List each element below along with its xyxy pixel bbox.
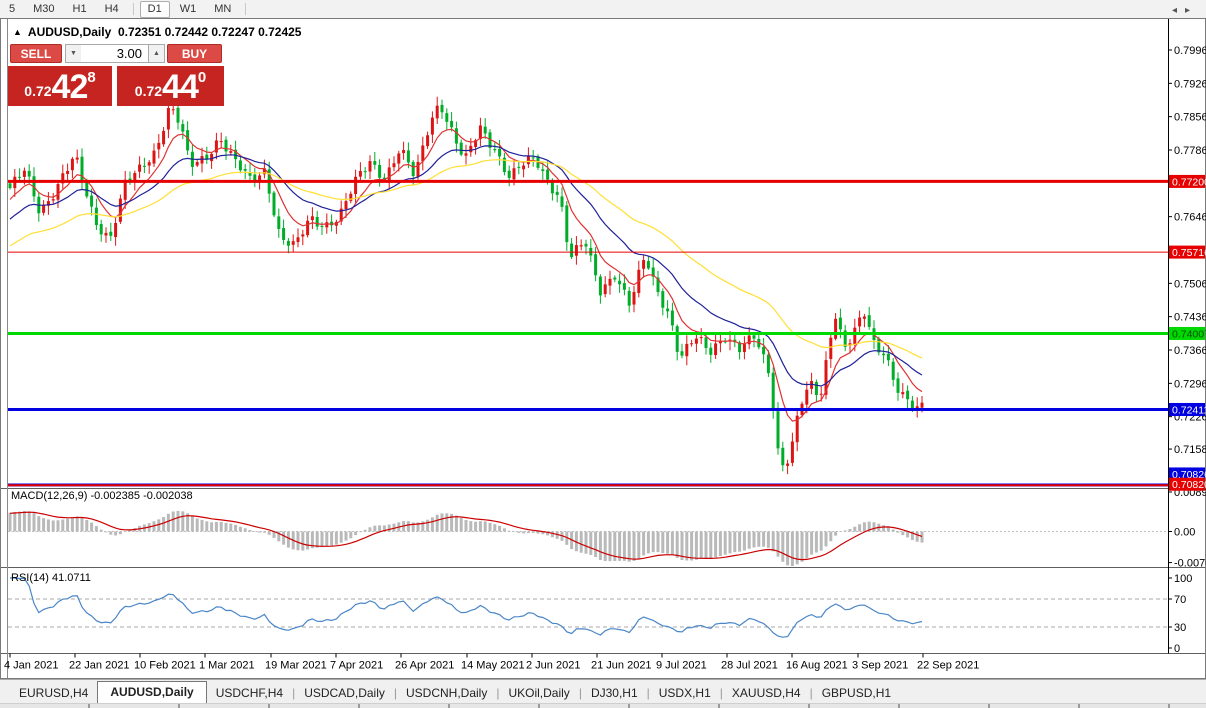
- chart-background: [0, 18, 1206, 679]
- chart-canvas[interactable]: 0.79960 0.79260 0.78560 0.77860 0.76460 0.750…: [0, 18, 1206, 679]
- level-price-box-label: 0.74007: [1172, 328, 1206, 340]
- price-axis-label: 0.75060: [1174, 278, 1206, 290]
- tab-audusd-daily[interactable]: AUDUSD,Daily: [97, 681, 206, 705]
- one-click-trade-panel: SELL ▼ 3.00 ▲ BUY 0.72428 0.72440: [8, 44, 224, 106]
- buy-button[interactable]: BUY: [167, 44, 222, 63]
- timeframe-button-5[interactable]: 5: [1, 1, 23, 18]
- macd-indicator-label: MACD(12,26,9) -0.002385 -0.002038: [11, 490, 193, 502]
- chart-tab-bar: EURUSD,H4AUDUSD,DailyUSDCHF,H4|USDCAD,Da…: [0, 679, 1206, 704]
- tab-usdcnh-daily[interactable]: USDCNH,Daily: [397, 683, 496, 704]
- rsi-axis-label: 70: [1174, 594, 1186, 606]
- chevron-down-icon: ▼: [70, 50, 77, 57]
- tab-xauusd-h4[interactable]: XAUUSD,H4: [723, 683, 810, 704]
- date-axis-label: 9 Jul 2021: [656, 660, 707, 672]
- buy-price-sup: 0: [198, 69, 206, 86]
- tab-usdchf-h4[interactable]: USDCHF,H4: [207, 683, 292, 704]
- macd-axis-label: 0.00: [1174, 527, 1195, 539]
- window-bottom-edge: [0, 703, 1206, 708]
- price-axis-label: 0.72960: [1174, 378, 1206, 390]
- date-axis-label: 22 Jan 2021: [69, 660, 130, 672]
- date-axis-label: 19 Mar 2021: [265, 660, 327, 672]
- price-axis-label: 0.79260: [1174, 78, 1206, 90]
- date-axis-label: 4 Jan 2021: [4, 660, 58, 672]
- level-price-box-label: 0.70820: [1172, 479, 1206, 491]
- macd-axis-label: -0.00701: [1174, 558, 1206, 570]
- volume-increase-button[interactable]: ▲: [148, 44, 165, 63]
- rsi-axis-label: 30: [1174, 622, 1186, 634]
- date-axis-label: 10 Feb 2021: [134, 660, 196, 672]
- tab-dj30-h1[interactable]: DJ30,H1: [582, 683, 647, 704]
- date-axis-label: 26 Apr 2021: [395, 660, 454, 672]
- tab-scroll-right-icon[interactable]: ▸: [1185, 5, 1198, 16]
- tab-usdcad-daily[interactable]: USDCAD,Daily: [295, 683, 394, 704]
- date-axis-label: 22 Sep 2021: [917, 660, 979, 672]
- price-axis-label: 0.73660: [1174, 345, 1206, 357]
- chart-symbol-label: AUDUSD,Daily: [28, 25, 111, 39]
- date-axis-label: 16 Aug 2021: [786, 660, 848, 672]
- timeframe-button-w1[interactable]: W1: [172, 1, 205, 18]
- tab-scroll-arrows[interactable]: ◂▸: [1172, 5, 1198, 16]
- date-axis-label: 21 Jun 2021: [591, 660, 652, 672]
- collapse-arrow-icon[interactable]: ▲: [13, 27, 22, 37]
- timeframe-button-h4[interactable]: H4: [97, 1, 127, 18]
- tab-scroll-left-icon[interactable]: ◂: [1172, 5, 1185, 16]
- date-axis-label: 3 Sep 2021: [852, 660, 908, 672]
- chevron-up-icon: ▲: [153, 50, 160, 57]
- price-axis-label: 0.79960: [1174, 45, 1206, 57]
- price-axis-label: 0.76460: [1174, 212, 1206, 224]
- date-axis-label: 1 Mar 2021: [199, 660, 255, 672]
- level-price-box-label: 0.75716: [1172, 247, 1206, 259]
- sell-price-prefix: 0.72: [24, 83, 51, 99]
- volume-input[interactable]: 3.00: [81, 44, 148, 63]
- rsi-indicator-label: RSI(14) 41.0711: [11, 572, 91, 584]
- sell-button[interactable]: SELL: [10, 44, 62, 63]
- buy-price-display[interactable]: 0.72440: [117, 66, 224, 106]
- tab-ukoil-daily[interactable]: UKOil,Daily: [499, 683, 578, 704]
- timeframe-button-mn[interactable]: MN: [206, 1, 239, 18]
- buy-price-prefix: 0.72: [135, 83, 162, 99]
- timeframe-toolbar: 5M30H1H4 D1W1MN: [0, 0, 1206, 19]
- price-axis-label: 0.77860: [1174, 145, 1206, 157]
- chart-title: ▲ AUDUSD,Daily 0.72351 0.72442 0.72247 0.…: [13, 25, 301, 39]
- sell-price-big: 42: [52, 70, 88, 104]
- rsi-axis-label: 100: [1174, 573, 1192, 585]
- timeframe-button-d1[interactable]: D1: [140, 1, 170, 18]
- chart-ohlc-values: 0.72351 0.72442 0.72247 0.72425: [118, 25, 302, 39]
- date-axis-label: 28 Jul 2021: [721, 660, 778, 672]
- rsi-axis-label: 0: [1174, 643, 1180, 655]
- date-axis-label: 2 Jun 2021: [526, 660, 580, 672]
- buy-price-big: 44: [162, 70, 198, 104]
- price-axis-label: 0.78560: [1174, 112, 1206, 124]
- sell-price-sup: 8: [87, 69, 95, 86]
- timeframe-button-h1[interactable]: H1: [65, 1, 95, 18]
- tab-gbpusd-h1[interactable]: GBPUSD,H1: [813, 683, 900, 704]
- toolbar-separator: [133, 3, 134, 15]
- tab-eurusd-h4[interactable]: EURUSD,H4: [10, 683, 97, 704]
- date-axis-label: 7 Apr 2021: [330, 660, 383, 672]
- level-price-box-label: 0.72411: [1172, 404, 1206, 416]
- toolbar-separator: [245, 3, 246, 15]
- sell-price-display[interactable]: 0.72428: [8, 66, 112, 106]
- level-price-box-label: 0.77200: [1172, 176, 1206, 188]
- price-axis-label: 0.71580: [1174, 444, 1206, 456]
- timeframe-button-m30[interactable]: M30: [25, 1, 62, 18]
- date-axis-label: 14 May 2021: [461, 660, 525, 672]
- price-axis-label: 0.74360: [1174, 312, 1206, 324]
- volume-decrease-button[interactable]: ▼: [65, 44, 82, 63]
- tab-usdx-h1[interactable]: USDX,H1: [650, 683, 720, 704]
